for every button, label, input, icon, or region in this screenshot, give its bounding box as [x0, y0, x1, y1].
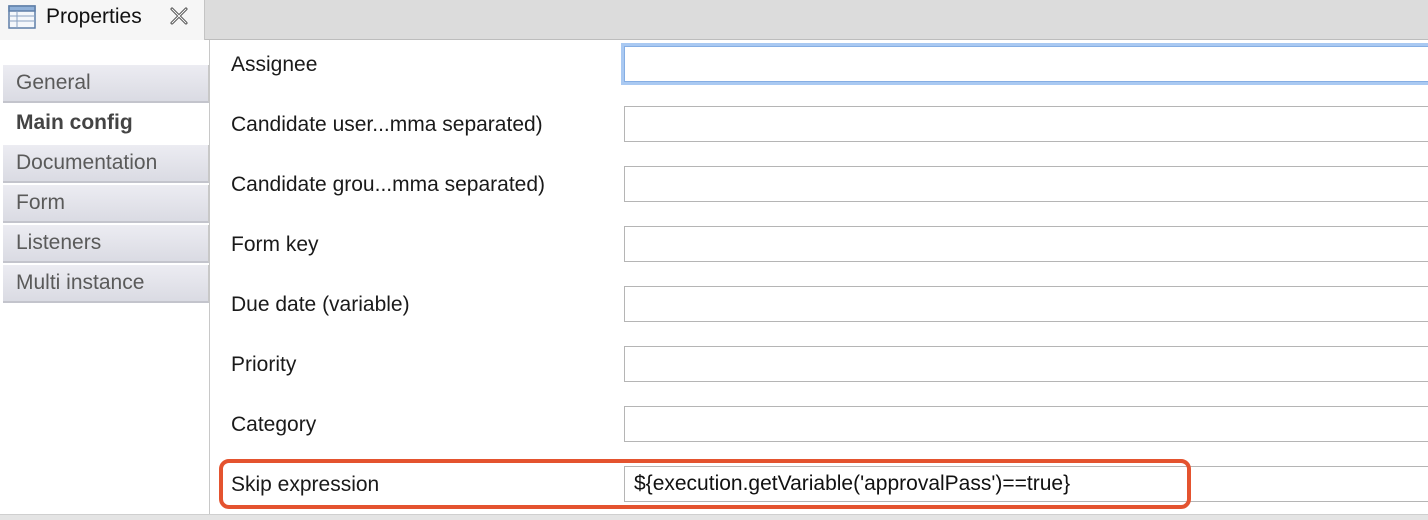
properties-sidebar: General Main config Documentation Form L… — [0, 40, 210, 514]
assignee-label: Assignee — [231, 53, 318, 76]
properties-view: Properties General Main config Documenta… — [0, 0, 1428, 520]
priority-input[interactable] — [624, 346, 1428, 382]
sidebar-tab-listeners[interactable]: Listeners — [3, 225, 209, 263]
assignee-input[interactable] — [624, 46, 1428, 82]
sidebar-tab-form[interactable]: Form — [3, 185, 209, 223]
sidebar-tab-main-config[interactable]: Main config — [3, 105, 209, 143]
form-key-label: Form key — [231, 233, 319, 256]
sidebar-tab-multi-instance[interactable]: Multi instance — [3, 265, 209, 303]
candidate-users-input[interactable] — [624, 106, 1428, 142]
sidebar-tab-general[interactable]: General — [3, 65, 209, 103]
skip-expression-input[interactable] — [624, 466, 1428, 502]
view-tab-bar: Properties — [0, 0, 1428, 40]
category-label: Category — [231, 413, 317, 436]
priority-label: Priority — [231, 353, 297, 376]
tab-title: Properties — [46, 5, 142, 28]
table-icon — [8, 5, 36, 29]
candidate-groups-label: Candidate grou...mma separated) — [231, 173, 546, 196]
due-date-label: Due date (variable) — [231, 293, 410, 316]
close-icon[interactable] — [168, 5, 190, 27]
candidate-groups-input[interactable] — [624, 166, 1428, 202]
sidebar-tab-documentation[interactable]: Documentation — [3, 145, 209, 183]
properties-tab[interactable]: Properties — [0, 0, 205, 40]
form-key-input[interactable] — [624, 226, 1428, 262]
skip-expression-label: Skip expression — [231, 473, 380, 496]
panel-bottom-border — [0, 514, 1428, 520]
category-input[interactable] — [624, 406, 1428, 442]
candidate-users-label: Candidate user...mma separated) — [231, 113, 543, 136]
due-date-input[interactable] — [624, 286, 1428, 322]
properties-panel: General Main config Documentation Form L… — [0, 40, 1428, 514]
